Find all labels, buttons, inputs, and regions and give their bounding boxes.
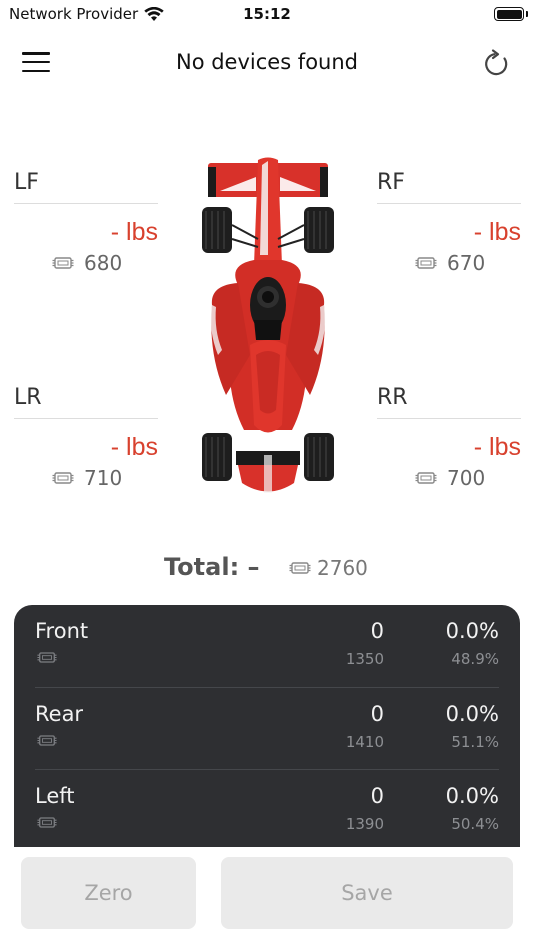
nav-bar: No devices found [0,40,534,84]
corner-weight: - lbs [473,218,521,246]
distribution-row-left: Left 0 1390 0.0% 50.4% [35,769,499,847]
sensor-chip-icon [52,472,74,484]
battery-icon [494,7,524,21]
sensor-chip-icon [415,472,437,484]
corner-label: LR [14,385,158,419]
corner-rr: RR - lbs 700 [377,385,521,490]
row-value: 0 [370,784,384,808]
corner-lf: LF - lbs 680 [14,170,158,275]
status-time: 15:12 [243,5,291,23]
corner-label: RR [377,385,521,419]
row-sensor-value: 1390 [345,815,384,833]
corner-sensor: 710 [14,466,158,490]
total-row: Total: – 2760 [0,553,534,587]
row-sensor-percent: 48.9% [451,650,499,668]
row-percent: 0.0% [445,702,499,726]
sensor-value: 680 [84,251,123,275]
row-sensor-percent: 51.1% [451,733,499,751]
sensor-value: 670 [447,251,486,275]
distribution-row-rear: Rear 0 1410 0.0% 51.1% [35,687,499,769]
total-sensor: 2760 [289,556,368,580]
row-name: Rear [35,702,84,726]
row-sensor-value: 1410 [345,733,384,751]
status-bar: Network Provider 15:12 [0,0,534,30]
corner-label: RF [377,170,521,204]
corner-sensor: 670 [377,251,521,275]
corner-label: LF [14,170,158,204]
corner-sensor: 680 [14,251,158,275]
battery-tip [526,11,528,17]
row-name: Front [35,619,89,643]
total-label: Total: – [164,553,260,581]
distribution-row-front: Front 0 1350 0.0% 48.9% [35,605,499,687]
total-sensor-value: 2760 [317,556,368,580]
sensor-chip-icon [415,257,437,269]
save-button[interactable]: Save [221,857,513,929]
row-sensor-percent: 50.4% [451,815,499,833]
corner-weight: - lbs [110,218,158,246]
race-car-illustration [202,157,334,493]
row-percent: 0.0% [445,619,499,643]
zero-button[interactable]: Zero [21,857,196,929]
corner-lr: LR - lbs 710 [14,385,158,490]
corner-weight: - lbs [473,433,521,461]
refresh-icon[interactable] [482,48,512,78]
sensor-chip-icon [37,652,57,663]
row-sensor-value: 1350 [345,650,384,668]
sensor-value: 710 [84,466,123,490]
distribution-panel: Front 0 1350 0.0% 48.9% Rear 0 1410 0.0%… [14,605,520,847]
corner-sensor: 700 [377,466,521,490]
sensor-chip-icon [37,817,57,828]
sensor-chip-icon [37,735,57,746]
row-percent: 0.0% [445,784,499,808]
row-value: 0 [370,619,384,643]
row-value: 0 [370,702,384,726]
corner-rf: RF - lbs 670 [377,170,521,275]
bottom-bar: Zero Save [0,847,534,950]
sensor-chip-icon [52,257,74,269]
page-title: No devices found [175,50,359,74]
corner-weight: - lbs [110,433,158,461]
row-name: Left [35,784,75,808]
sensor-chip-icon [289,562,311,574]
sensor-value: 700 [447,466,486,490]
